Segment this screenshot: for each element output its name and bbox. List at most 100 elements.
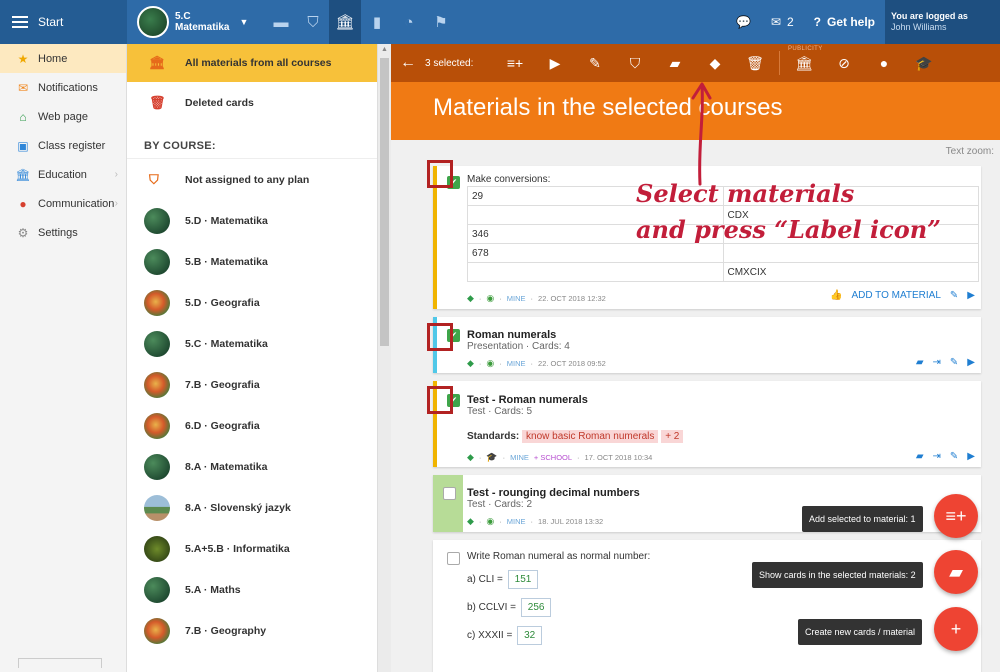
chat-button[interactable]: 💬 [726, 0, 761, 44]
owner-label: MINE [506, 517, 526, 526]
course-item[interactable]: 7.B · Geography [127, 610, 377, 651]
course-item[interactable]: 5.A · Maths [127, 569, 377, 610]
course-name: Matematika [175, 22, 230, 33]
pencil-icon[interactable]: ✎ [950, 451, 958, 462]
trash-icon[interactable]: 🗑 [735, 55, 775, 72]
course-selector[interactable]: 5.C Matematika ▼ [137, 6, 248, 38]
arrow-left-icon[interactable]: ← [391, 54, 425, 72]
card-date: 17. OCT 2018 10:34 [584, 453, 653, 462]
card-checkbox[interactable] [447, 552, 460, 565]
course-item[interactable]: 8.A · Slovenský jazyk [127, 487, 377, 528]
standard-tag[interactable]: know basic Roman numerals [522, 430, 659, 443]
nav-item-education[interactable]: 🏛 Education › [0, 160, 126, 189]
nav-item-web-page[interactable]: ⌂ Web page [0, 102, 126, 131]
nav-item-notifications[interactable]: ✉ Notifications [0, 73, 126, 102]
tooltip-show-cards: Show cards in the selected materials: 2 [752, 562, 923, 588]
course-label: 8.A · Slovenský jazyk [185, 501, 291, 514]
play-icon[interactable]: ▶ [967, 451, 975, 462]
nav-item-settings[interactable]: ⚙ Settings [0, 218, 126, 247]
deleted-cards-item[interactable]: 🗑 Deleted cards [127, 82, 377, 123]
folder-icon[interactable]: ▰ [916, 357, 924, 368]
scrollbar-thumb[interactable] [380, 58, 389, 346]
nav-item-class-register[interactable]: ▣ Class register [0, 131, 126, 160]
pencil-icon[interactable]: ✎ [575, 55, 615, 72]
tag-icon[interactable]: ◆ [695, 55, 735, 72]
play-icon[interactable]: ▶ [535, 55, 575, 72]
text-zoom-label[interactable]: Text zoom: [946, 146, 994, 157]
course-avatar [144, 290, 170, 316]
play-icon[interactable]: ▶ [967, 290, 975, 301]
scroll-up-icon[interactable]: ▲ [381, 46, 388, 53]
answer-label: c) XXXII = [467, 630, 513, 641]
add-to-material-link[interactable]: ADD TO MATERIAL [851, 290, 940, 301]
card-actions: ▰ ⇥ ✎ ▶ [916, 451, 975, 462]
folder-icon[interactable]: ▰ [916, 451, 924, 462]
graduation-cap-icon: 🎓 [486, 452, 498, 462]
thumbs-up-icon[interactable]: 👍 [830, 290, 842, 301]
course-item[interactable]: 5.B · Matematika [127, 241, 377, 282]
course-item[interactable]: 5.C · Matematika [127, 323, 377, 364]
selected-count: 3 selected: [425, 57, 474, 69]
pencil-icon[interactable]: ✎ [950, 357, 958, 368]
highlight-box [427, 160, 453, 188]
tag-icon: ◆ [467, 358, 474, 368]
card-date: 18. JUL 2018 13:32 [538, 517, 604, 526]
top-bar: Start 5.C Matematika ▼ ▬ ⛉ 🏛 ▮ ◔ ⚑ 💬 ✉ 2… [0, 0, 1000, 44]
hamburger-icon [12, 16, 28, 28]
nav-item-home[interactable]: ★ Home [0, 44, 126, 73]
add-to-material-fab[interactable]: ≡+ [934, 494, 978, 538]
plus-icon: + [950, 618, 962, 639]
play-icon[interactable]: ▶ [967, 357, 975, 368]
envelope-icon: ✉ [17, 80, 29, 95]
card-subtitle: Test · Cards: 2 [467, 499, 533, 510]
material-card-roman-numerals[interactable]: ✔ Roman numerals Presentation · Cards: 4… [433, 317, 981, 373]
messages-button[interactable]: ✉ 2 [761, 0, 804, 44]
help-button[interactable]: ? Get help [804, 0, 885, 44]
institution-icon[interactable]: 🏛 [329, 0, 361, 44]
chart-icon[interactable]: ▮ [361, 0, 393, 44]
start-menu-button[interactable]: Start [0, 0, 127, 44]
nav-item-communication[interactable]: ● Communication › [0, 189, 126, 218]
globe-icon[interactable]: ● [864, 55, 904, 71]
course-item[interactable]: 8.A · Matematika [127, 446, 377, 487]
highlight-box [427, 323, 453, 351]
add-to-list-icon[interactable]: ≡+ [495, 55, 535, 71]
not-assigned-item[interactable]: ⛉ Not assigned to any plan [127, 159, 377, 200]
course-item[interactable]: 5.D · Matematika [127, 200, 377, 241]
all-materials-item[interactable]: 🏛 All materials from all courses [127, 44, 377, 82]
standard-more-tag[interactable]: + 2 [661, 430, 684, 443]
course-label: 5.D · Matematika [185, 214, 268, 227]
briefcase-icon[interactable]: ▬ [265, 0, 297, 44]
material-card-test-roman[interactable]: ✔ Test - Roman numerals Test · Cards: 5 … [433, 381, 981, 467]
globe-icon: ◉ [486, 293, 495, 303]
course-avatar [144, 208, 170, 234]
activity-icon[interactable]: ⚑ [425, 0, 457, 44]
envelope-icon: ✉ [770, 15, 781, 29]
graduation-cap-icon[interactable]: 🎓 [904, 55, 944, 72]
shield-icon[interactable]: ⛉ [297, 0, 329, 44]
nav-label: Home [38, 52, 68, 65]
card-checkbox[interactable] [443, 487, 456, 500]
create-new-fab[interactable]: + [934, 607, 978, 651]
course-item[interactable]: 6.D · Geografia [127, 405, 377, 446]
block-icon[interactable]: ⊘ [824, 55, 864, 72]
course-item[interactable]: 7.B · Geografia [127, 364, 377, 405]
pencil-icon[interactable]: ✎ [950, 290, 958, 301]
deleted-cards-label: Deleted cards [185, 96, 254, 109]
card-actions: ▰ ⇥ ✎ ▶ [916, 357, 975, 368]
user-box[interactable]: You are logged as John Williams [885, 0, 1000, 44]
course-item[interactable]: 5.D · Geografia [127, 282, 377, 323]
course-item[interactable]: 5.A+5.B · Informatika [127, 528, 377, 569]
shield-icon[interactable]: ⛉ [615, 55, 655, 72]
dashboard-icon[interactable]: ◔ [393, 0, 425, 44]
sign-in-icon[interactable]: ⇥ [933, 357, 941, 368]
sign-in-icon[interactable]: ⇥ [933, 451, 941, 462]
folder-icon[interactable]: ▰ [655, 55, 695, 72]
nav-label: Education [38, 168, 87, 181]
show-cards-fab[interactable]: ▰ [934, 550, 978, 594]
materials-scrollbar[interactable]: ▲ [377, 44, 391, 672]
card-meta: ◆ · ◉ · MINE · 18. JUL 2018 13:32 [467, 516, 604, 526]
question-card-write-roman[interactable]: Write Roman numeral as normal number: a)… [433, 540, 981, 672]
card-subtitle: Test · Cards: 5 [467, 406, 533, 417]
institution-icon[interactable]: 🏛 [784, 55, 824, 72]
